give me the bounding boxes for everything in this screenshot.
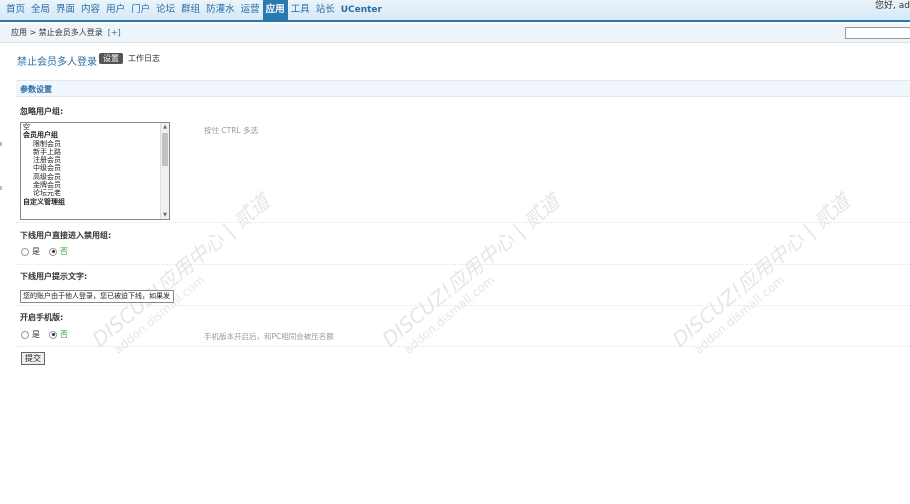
scrollbar-thumb[interactable]	[162, 133, 168, 166]
search-input[interactable]	[845, 27, 910, 39]
mobile-yes-radio[interactable]	[21, 330, 29, 339]
section-header: 参数设置	[16, 80, 910, 97]
nav-item-operations[interactable]: 运营	[238, 0, 263, 20]
select-optgroup: 自定义管理组	[23, 197, 65, 206]
user-greeting: 您好, ad	[875, 1, 910, 11]
notice-text-label: 下线用户提示文字:	[20, 272, 88, 281]
listbox-scrollbar[interactable]: ▲ ▼	[160, 123, 169, 219]
section-title: 参数设置	[20, 85, 52, 94]
tab-work-log[interactable]: 工作日志	[128, 53, 160, 64]
row-divider	[16, 346, 910, 347]
select-optgroup: 会员用户组	[23, 131, 58, 140]
scroll-down-icon[interactable]: ▼	[162, 212, 168, 218]
mobile-no-radio[interactable]	[49, 330, 57, 339]
left-edge-marker	[0, 186, 2, 190]
row-divider	[16, 264, 910, 265]
ignore-groups-label: 忽略用户组:	[20, 107, 64, 116]
select-option[interactable]: 论坛元老	[21, 189, 169, 197]
plugin-title: 禁止会员多人登录	[17, 57, 97, 68]
nav-item-interface[interactable]: 界面	[53, 0, 78, 20]
row-divider	[16, 305, 910, 306]
mobile-radio-group: 是 否	[21, 329, 77, 340]
top-nav-bar: 首页 全局 界面 内容 用户 门户 论坛 群组 防灌水 运营 应用 工具 站长 …	[0, 0, 910, 22]
breadcrumb-bar: 应用 > 禁止会员多人登录 [+]	[0, 24, 910, 43]
nav-item-home[interactable]: 首页	[3, 0, 28, 20]
watermark: DISCUZ!应用中心 | 贰道 addon.dismall.com	[375, 186, 574, 363]
ban-group-yes-label: 是	[32, 247, 40, 256]
ban-group-no-label: 否	[60, 247, 68, 256]
nav-item-global[interactable]: 全局	[28, 0, 53, 20]
breadcrumb-text: 应用 > 禁止会员多人登录	[11, 28, 103, 37]
nav-item-groups[interactable]: 群组	[178, 0, 203, 20]
nav-item-tools[interactable]: 工具	[288, 0, 313, 20]
scroll-up-icon[interactable]: ▲	[162, 124, 168, 130]
nav-item-portal[interactable]: 门户	[128, 0, 153, 20]
select-option[interactable]: 限制会员	[21, 140, 169, 148]
watermark: DISCUZ!应用中心 | 贰道 addon.dismall.com	[665, 186, 864, 363]
ban-group-radio-group: 是 否	[21, 246, 77, 257]
nav-item-ucenter[interactable]: UCenter	[338, 0, 385, 20]
nav-item-users[interactable]: 用户	[103, 0, 128, 20]
mobile-hint: 手机版本开启后，和PC相同会被压名额	[204, 332, 334, 341]
nav-item-admin[interactable]: 站长	[313, 0, 338, 20]
mobile-no-label: 否	[60, 330, 68, 339]
submit-button[interactable]: 提交	[21, 352, 45, 365]
select-option[interactable]: 高级会员	[21, 173, 169, 181]
nav-item-antispam[interactable]: 防灌水	[203, 0, 238, 20]
mobile-yes-label: 是	[32, 330, 40, 339]
ignore-groups-select[interactable]: 空 会员用户组 限制会员 新手上路 注册会员 中级会员 高级会员 金牌会员 论坛…	[20, 122, 170, 220]
ignore-groups-hint: 按住 CTRL 多选	[204, 126, 258, 135]
watermark-line1: DISCUZ!应用中心 | 贰道	[667, 189, 855, 352]
left-edge-marker	[0, 142, 2, 146]
watermark-line2: addon.dismall.com	[691, 272, 788, 357]
breadcrumb: 应用 > 禁止会员多人登录 [+]	[11, 27, 121, 38]
row-divider	[16, 222, 910, 223]
select-option[interactable]: 新手上路	[21, 148, 169, 156]
ban-group-no-radio[interactable]	[49, 247, 57, 256]
ban-group-label: 下线用户直接进入禁用组:	[20, 231, 112, 240]
main-nav: 首页 全局 界面 内容 用户 门户 论坛 群组 防灌水 运营 应用 工具 站长 …	[3, 0, 385, 20]
add-favorite-link[interactable]: [+]	[108, 28, 121, 37]
watermark-line2: addon.dismall.com	[401, 272, 498, 357]
nav-item-content[interactable]: 内容	[78, 0, 103, 20]
tab-settings[interactable]: 设置	[99, 53, 123, 64]
ban-group-yes-radio[interactable]	[21, 247, 29, 256]
nav-item-forum[interactable]: 论坛	[153, 0, 178, 20]
notice-text-input[interactable]: 您的账户由于他人登录，您已被迫下线，如果发	[20, 290, 174, 303]
mobile-label: 开启手机版:	[20, 313, 64, 322]
watermark-line1: DISCUZ!应用中心 | 贰道	[377, 189, 565, 352]
nav-item-apps[interactable]: 应用	[262, 0, 288, 20]
select-option[interactable]: 中级会员	[21, 164, 169, 172]
